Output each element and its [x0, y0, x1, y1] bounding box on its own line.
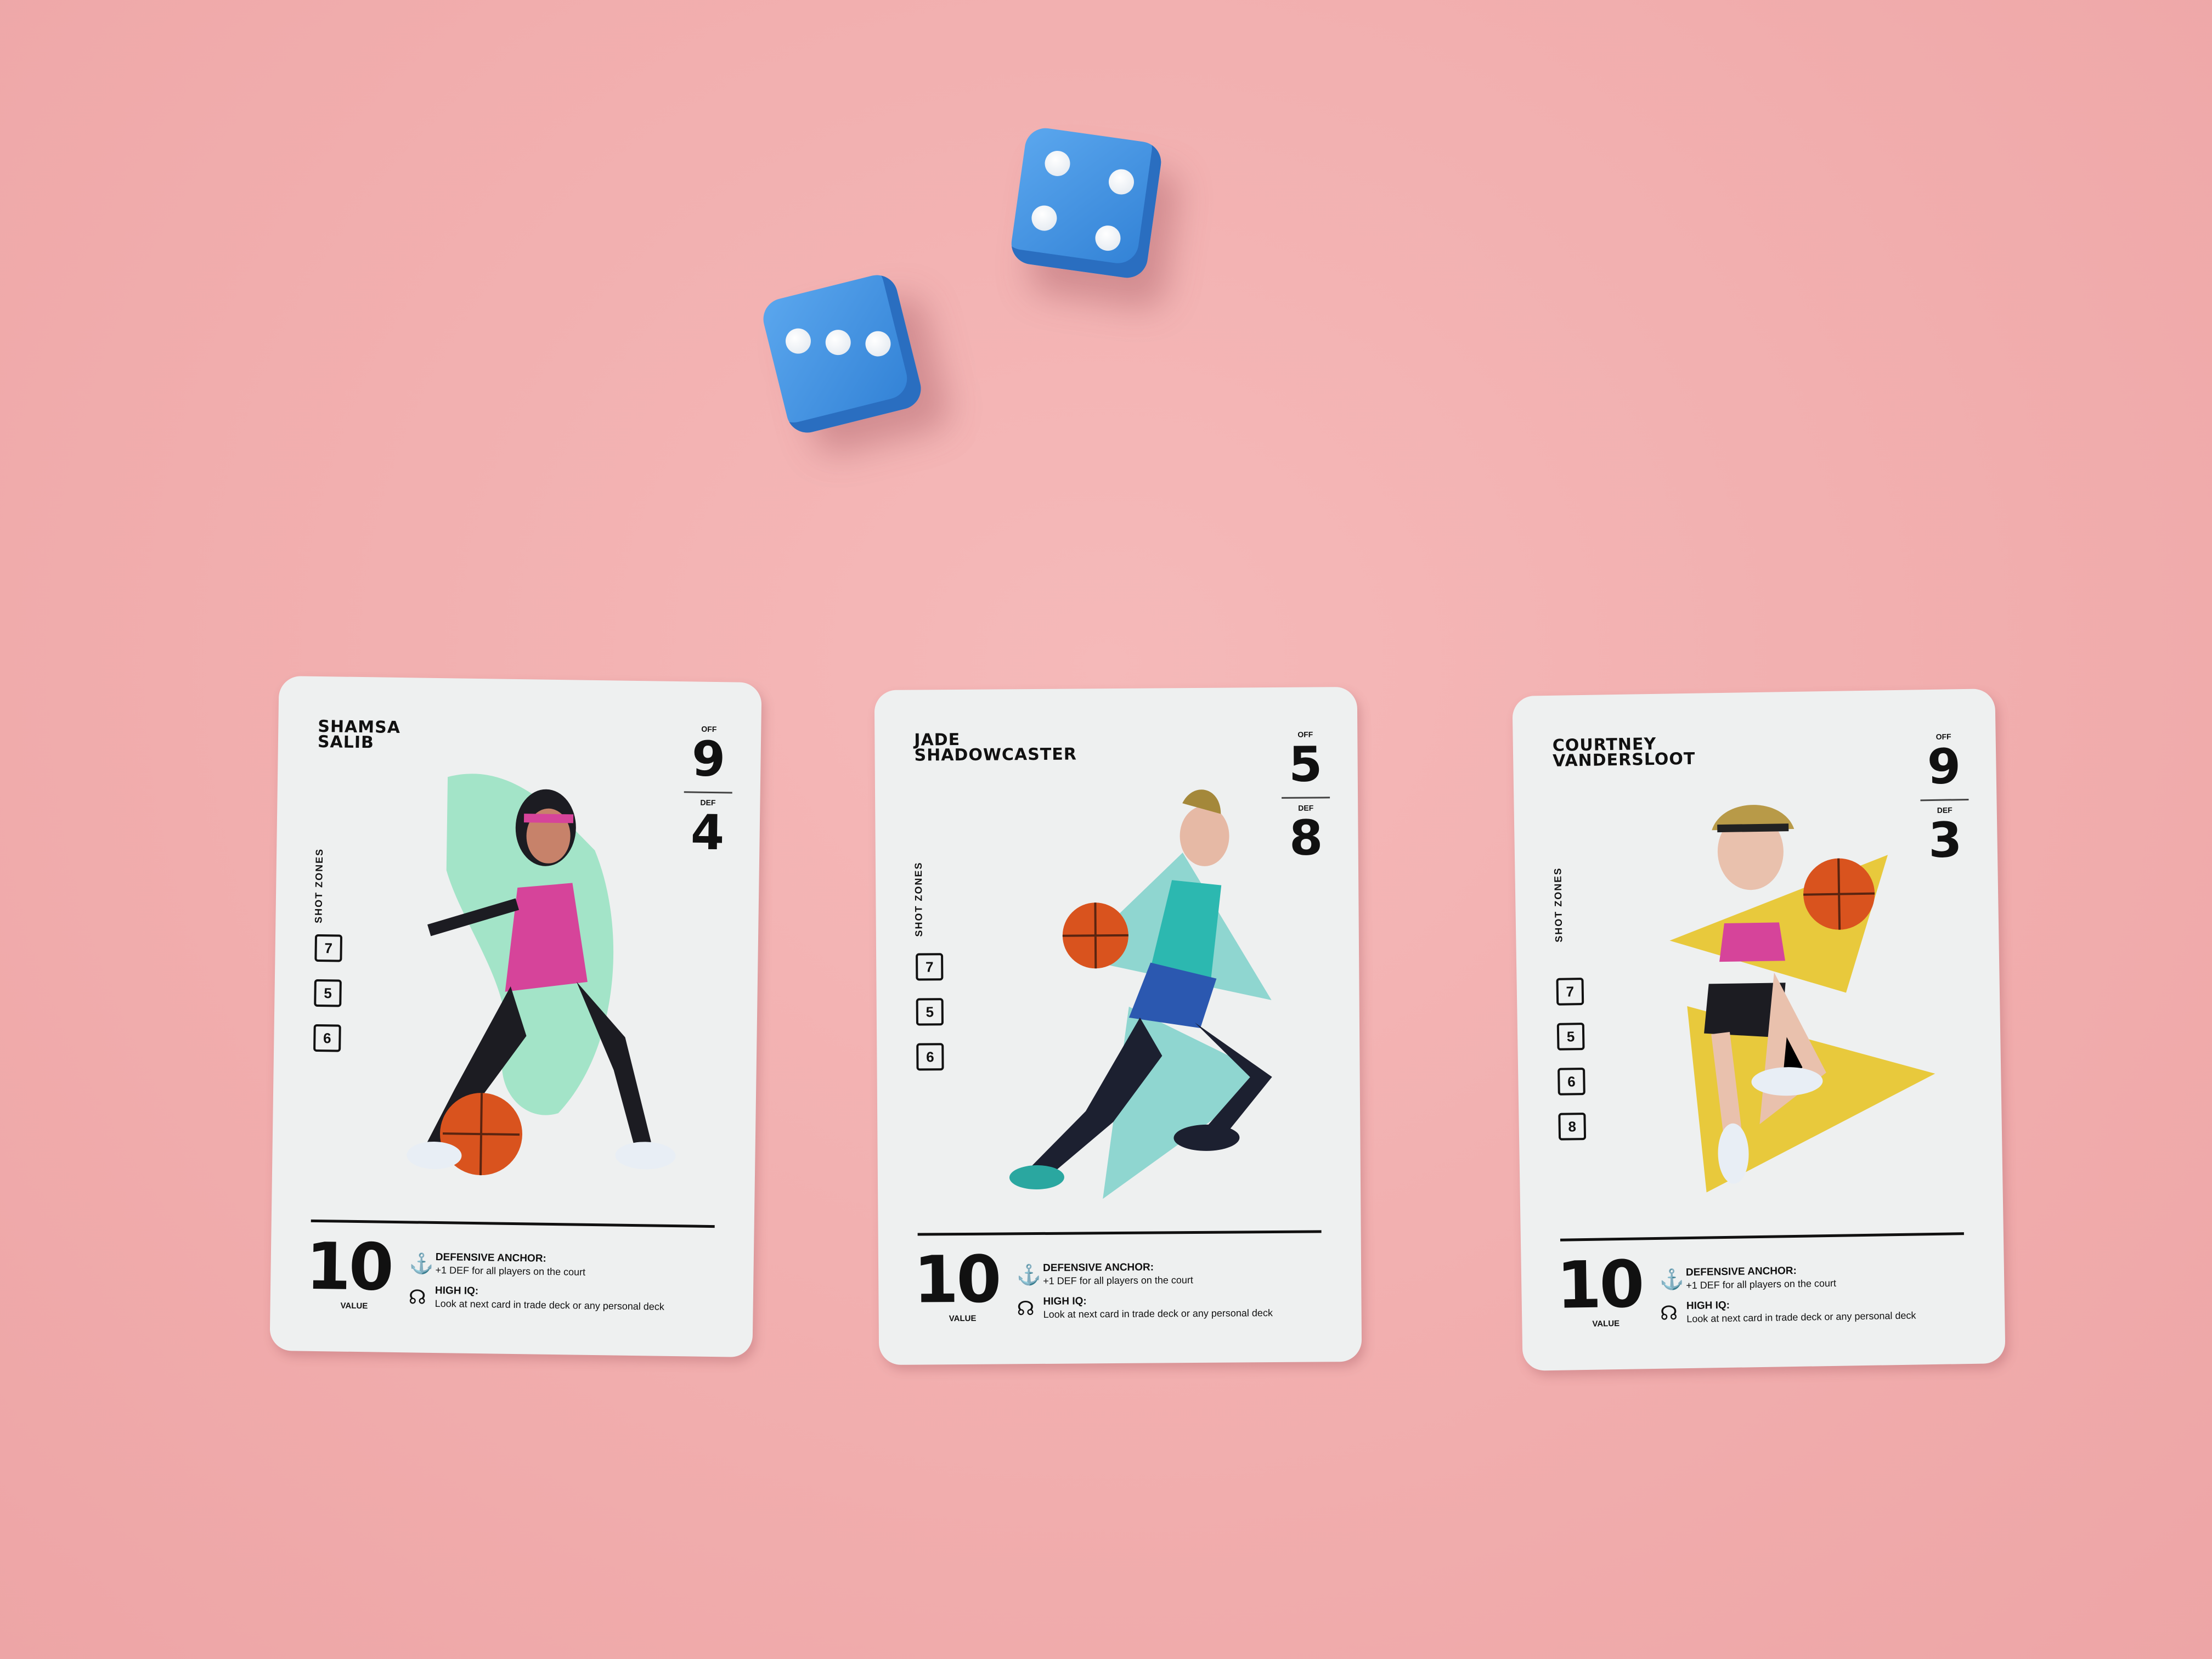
value-label: VALUE: [1592, 1319, 1620, 1329]
anchor-icon: ⚓: [409, 1252, 434, 1275]
shot-zones-label: SHOT ZONES: [313, 848, 325, 924]
shot-zones-label: SHOT ZONES: [912, 861, 924, 937]
ability-defensive-anchor: ⚓ DEFENSIVE ANCHOR: +1 DEF for all playe…: [409, 1251, 743, 1280]
ability-title: DEFENSIVE ANCHOR:: [1043, 1261, 1154, 1274]
shot-zone: 6: [313, 1024, 341, 1052]
value-label: VALUE: [949, 1313, 977, 1324]
player-name: COURTNEY VANDERSLOOT: [1552, 734, 1696, 771]
die-pip: [1107, 167, 1136, 196]
shot-zone: 7: [1556, 978, 1584, 1006]
die-pip: [1043, 149, 1072, 178]
divider: [1560, 1232, 1964, 1242]
card-value: 10: [1556, 1246, 1643, 1323]
card-value: 10: [305, 1228, 392, 1305]
player-illustration: [407, 774, 676, 1176]
player-illustration: [1669, 805, 1936, 1193]
shot-zone: 5: [1556, 1022, 1585, 1051]
divider: [917, 1230, 1322, 1236]
anchor-icon: ⚓: [1017, 1263, 1042, 1286]
ability-high-iq: ☊ HIGH IQ: Look at next card in trade de…: [1660, 1295, 1994, 1325]
ability-defensive-anchor: ⚓ DEFENSIVE ANCHOR: +1 DEF for all playe…: [1017, 1260, 1350, 1287]
ability-text: +1 DEF for all players on the court: [1043, 1274, 1193, 1286]
head-brain-icon: ☊: [1017, 1297, 1035, 1320]
player-card[interactable]: JADE SHADOWCASTER OFF 5 DEF 8 SHOT ZONES…: [874, 686, 1362, 1365]
ability-text: Look at next card in trade deck or any p…: [1043, 1307, 1273, 1320]
head-brain-icon: ☊: [1660, 1301, 1678, 1324]
die-pip: [783, 325, 814, 357]
card-value: 10: [913, 1241, 1000, 1318]
shot-zone: 7: [916, 953, 944, 981]
player-illustration: [1009, 789, 1272, 1199]
shot-zones-label: SHOT ZONES: [1552, 867, 1565, 943]
ability-high-iq: ☊ HIGH IQ: Look at next card in trade de…: [409, 1285, 743, 1314]
ability-title: HIGH IQ:: [1043, 1295, 1087, 1307]
shot-zone: 6: [1558, 1067, 1585, 1096]
shot-zone: 7: [314, 934, 343, 962]
shot-zone: 8: [1558, 1112, 1587, 1141]
shot-zone: 5: [916, 998, 944, 1026]
divider: [311, 1219, 715, 1228]
ability-defensive-anchor: ⚓ DEFENSIVE ANCHOR: +1 DEF for all playe…: [1660, 1262, 1994, 1291]
player-name: JADE SHADOWCASTER: [914, 730, 1077, 765]
value-label: VALUE: [340, 1301, 368, 1311]
head-brain-icon: ☊: [408, 1285, 427, 1308]
die-pip: [1093, 224, 1122, 253]
die-pip: [822, 327, 854, 358]
player-card[interactable]: COURTNEY VANDERSLOOT OFF 9 DEF 3 SHOT ZO…: [1512, 689, 2006, 1371]
die-three[interactable]: [759, 270, 926, 437]
anchor-icon: ⚓: [1659, 1268, 1685, 1291]
player-name: SHAMSA SALIB: [317, 716, 401, 753]
die-pip: [1030, 204, 1059, 233]
die-four[interactable]: [1008, 125, 1164, 281]
shot-zone: 6: [916, 1043, 944, 1071]
shot-zone: 5: [314, 979, 342, 1007]
player-card[interactable]: SHAMSA SALIB OFF 9 DEF 4 SHOT ZONES 7 5 …: [269, 675, 762, 1358]
ability-high-iq: ☊ HIGH IQ: Look at next card in trade de…: [1017, 1294, 1350, 1321]
die-pip: [862, 328, 894, 359]
